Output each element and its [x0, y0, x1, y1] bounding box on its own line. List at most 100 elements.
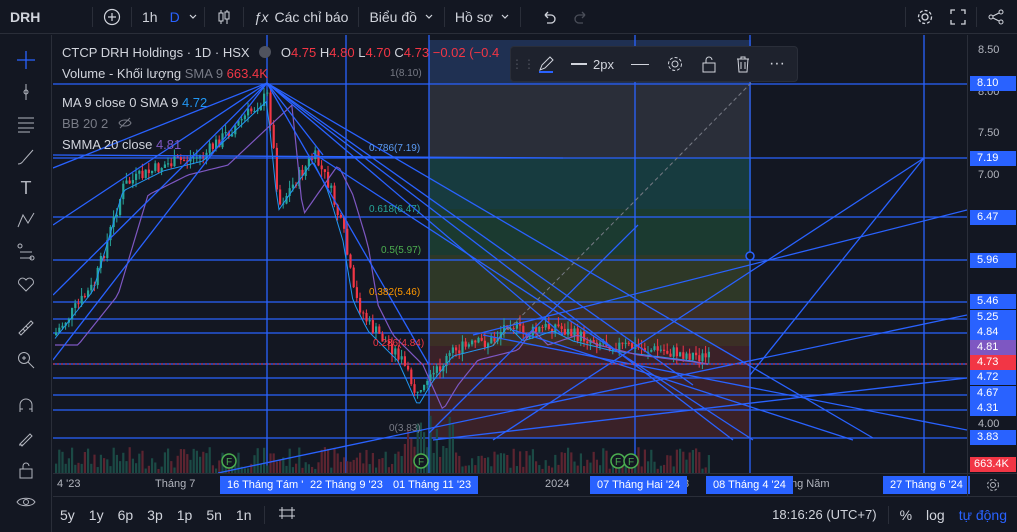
candle-body — [586, 341, 589, 344]
candle-body — [682, 352, 685, 359]
candle-body — [394, 348, 397, 355]
eye-off-icon[interactable] — [118, 117, 132, 129]
range-1n[interactable]: 1n — [229, 507, 259, 523]
volume-bar — [455, 452, 458, 473]
legend-volume-row[interactable]: Volume - Khối lượng SMA 9 663.4K — [62, 63, 499, 84]
indicators-label: Các chỉ báo — [274, 8, 349, 25]
share-button[interactable] — [979, 0, 1017, 34]
range-1y[interactable]: 1y — [82, 507, 111, 523]
axis-settings-button[interactable] — [967, 473, 1017, 496]
fib-zone-0618 — [429, 158, 751, 209]
redo-button[interactable] — [565, 0, 597, 34]
event-marker-label: F — [226, 457, 232, 468]
volume-bar — [125, 461, 128, 473]
volume-bar — [464, 465, 467, 473]
crosshair-icon[interactable] — [13, 47, 39, 73]
candle-body — [400, 356, 403, 360]
legend-title[interactable]: CTCP DRH Holdings · 1D · HSX — [62, 45, 250, 60]
volume-bar — [269, 453, 272, 473]
settings-button[interactable] — [908, 0, 942, 34]
time-badge: 22 Tháng 9 '23 — [303, 476, 390, 494]
clock-timezone[interactable]: 18:16:26 (UTC+7) — [765, 507, 883, 522]
collapse-icon[interactable] — [259, 46, 272, 58]
compare-add-button[interactable] — [95, 0, 129, 34]
ruler-icon[interactable] — [13, 315, 39, 341]
candle-body — [413, 384, 416, 393]
time-badge: 01 Tháng 11 '23 — [386, 476, 479, 494]
eye-icon[interactable] — [13, 489, 39, 515]
redo-icon — [574, 11, 586, 24]
percent-toggle[interactable]: % — [893, 507, 919, 523]
candle-body — [704, 353, 707, 358]
interval-d[interactable]: D — [166, 0, 184, 34]
lock-open-icon[interactable] — [692, 55, 726, 73]
trash-icon[interactable] — [726, 55, 760, 73]
chevron-down-icon — [425, 14, 433, 19]
fib-retracement-icon[interactable] — [13, 111, 39, 137]
time-axis[interactable]: 4 '23 Tháng 7 2024 3 ng Năm 16 Tháng Tám… — [53, 473, 970, 495]
lock-icon[interactable] — [13, 457, 39, 483]
lock-drawing-icon[interactable] — [13, 425, 39, 451]
range-3p[interactable]: 3p — [140, 507, 170, 523]
interval-chevron-down-icon[interactable] — [184, 0, 202, 34]
candle-body — [362, 312, 365, 314]
range-5n[interactable]: 5n — [199, 507, 229, 523]
range-6p[interactable]: 6p — [111, 507, 141, 523]
legend-bb-row[interactable]: BB 20 2 — [62, 113, 499, 134]
candle-body — [563, 328, 566, 335]
undo-button[interactable] — [533, 0, 565, 34]
prediction-icon[interactable] — [13, 239, 39, 265]
candle-body — [167, 163, 170, 165]
chevron-down-icon — [501, 14, 509, 19]
volume-bar — [368, 464, 371, 473]
volume-bar — [285, 465, 288, 473]
pencil-icon[interactable] — [529, 55, 563, 73]
interval-1h[interactable]: 1h — [134, 0, 166, 34]
more-icon[interactable]: ··· — [760, 55, 794, 73]
profile-button[interactable]: Hồ sơ — [447, 0, 518, 34]
goto-date-button[interactable] — [271, 506, 303, 523]
candle-body — [477, 337, 480, 343]
brush-icon[interactable] — [13, 143, 39, 169]
volume-bar — [83, 451, 86, 473]
legend-smma-row[interactable]: SMMA 20 close 4.81 — [62, 134, 499, 155]
magnet-icon[interactable] — [13, 393, 39, 419]
candles-icon[interactable] — [207, 0, 241, 34]
price-badge: 4.31 — [970, 401, 1016, 416]
volume-bar — [579, 453, 582, 473]
volume-bar — [352, 459, 355, 473]
gear-icon[interactable] — [658, 55, 692, 73]
trendline-icon[interactable] — [13, 79, 39, 105]
price-axis[interactable]: 8.50 8.00 7.50 7.00 4.00 8.10 7.19 6.47 … — [967, 35, 1017, 473]
heart-icon[interactable] — [13, 271, 39, 297]
pattern-icon[interactable] — [13, 207, 39, 233]
time-badge: 07 Tháng Hai '24 — [590, 476, 688, 494]
fullscreen-button[interactable] — [942, 0, 974, 34]
indicators-button[interactable]: ƒx Các chỉ báo — [246, 0, 357, 34]
ohlc-change: −0.02 (−0.4 — [432, 45, 500, 60]
candle-body — [157, 163, 160, 172]
price-badge: 6.47 — [970, 210, 1016, 225]
range-1p[interactable]: 1p — [170, 507, 200, 523]
price-label: 7.50 — [978, 127, 1000, 139]
candle-body — [179, 157, 182, 160]
candle-body — [407, 365, 410, 370]
line-width-button[interactable]: 2px — [563, 57, 622, 72]
legend-ma-row[interactable]: MA 9 close 0 SMA 9 4.72 — [62, 92, 499, 113]
candle-body — [464, 341, 467, 347]
zoom-icon[interactable] — [13, 347, 39, 373]
volume-bar — [544, 460, 547, 473]
volume-bar — [205, 453, 208, 473]
line-style-icon[interactable] — [622, 63, 658, 65]
auto-scale-toggle[interactable]: tự động — [952, 507, 1017, 523]
range-5y[interactable]: 5y — [53, 507, 82, 523]
text-tool-icon[interactable]: T — [13, 175, 39, 201]
volume-bar — [170, 461, 173, 473]
volume-bar — [592, 451, 595, 473]
drawing-handle[interactable] — [745, 251, 755, 261]
log-toggle[interactable]: log — [919, 507, 952, 523]
ohlc-high: 4.80 — [329, 45, 355, 60]
symbol-search[interactable]: DRH — [0, 0, 90, 34]
chart-type-button[interactable]: Biểu đồ — [361, 0, 441, 34]
drag-handle-icon[interactable]: ⋮⋮ — [511, 57, 535, 71]
